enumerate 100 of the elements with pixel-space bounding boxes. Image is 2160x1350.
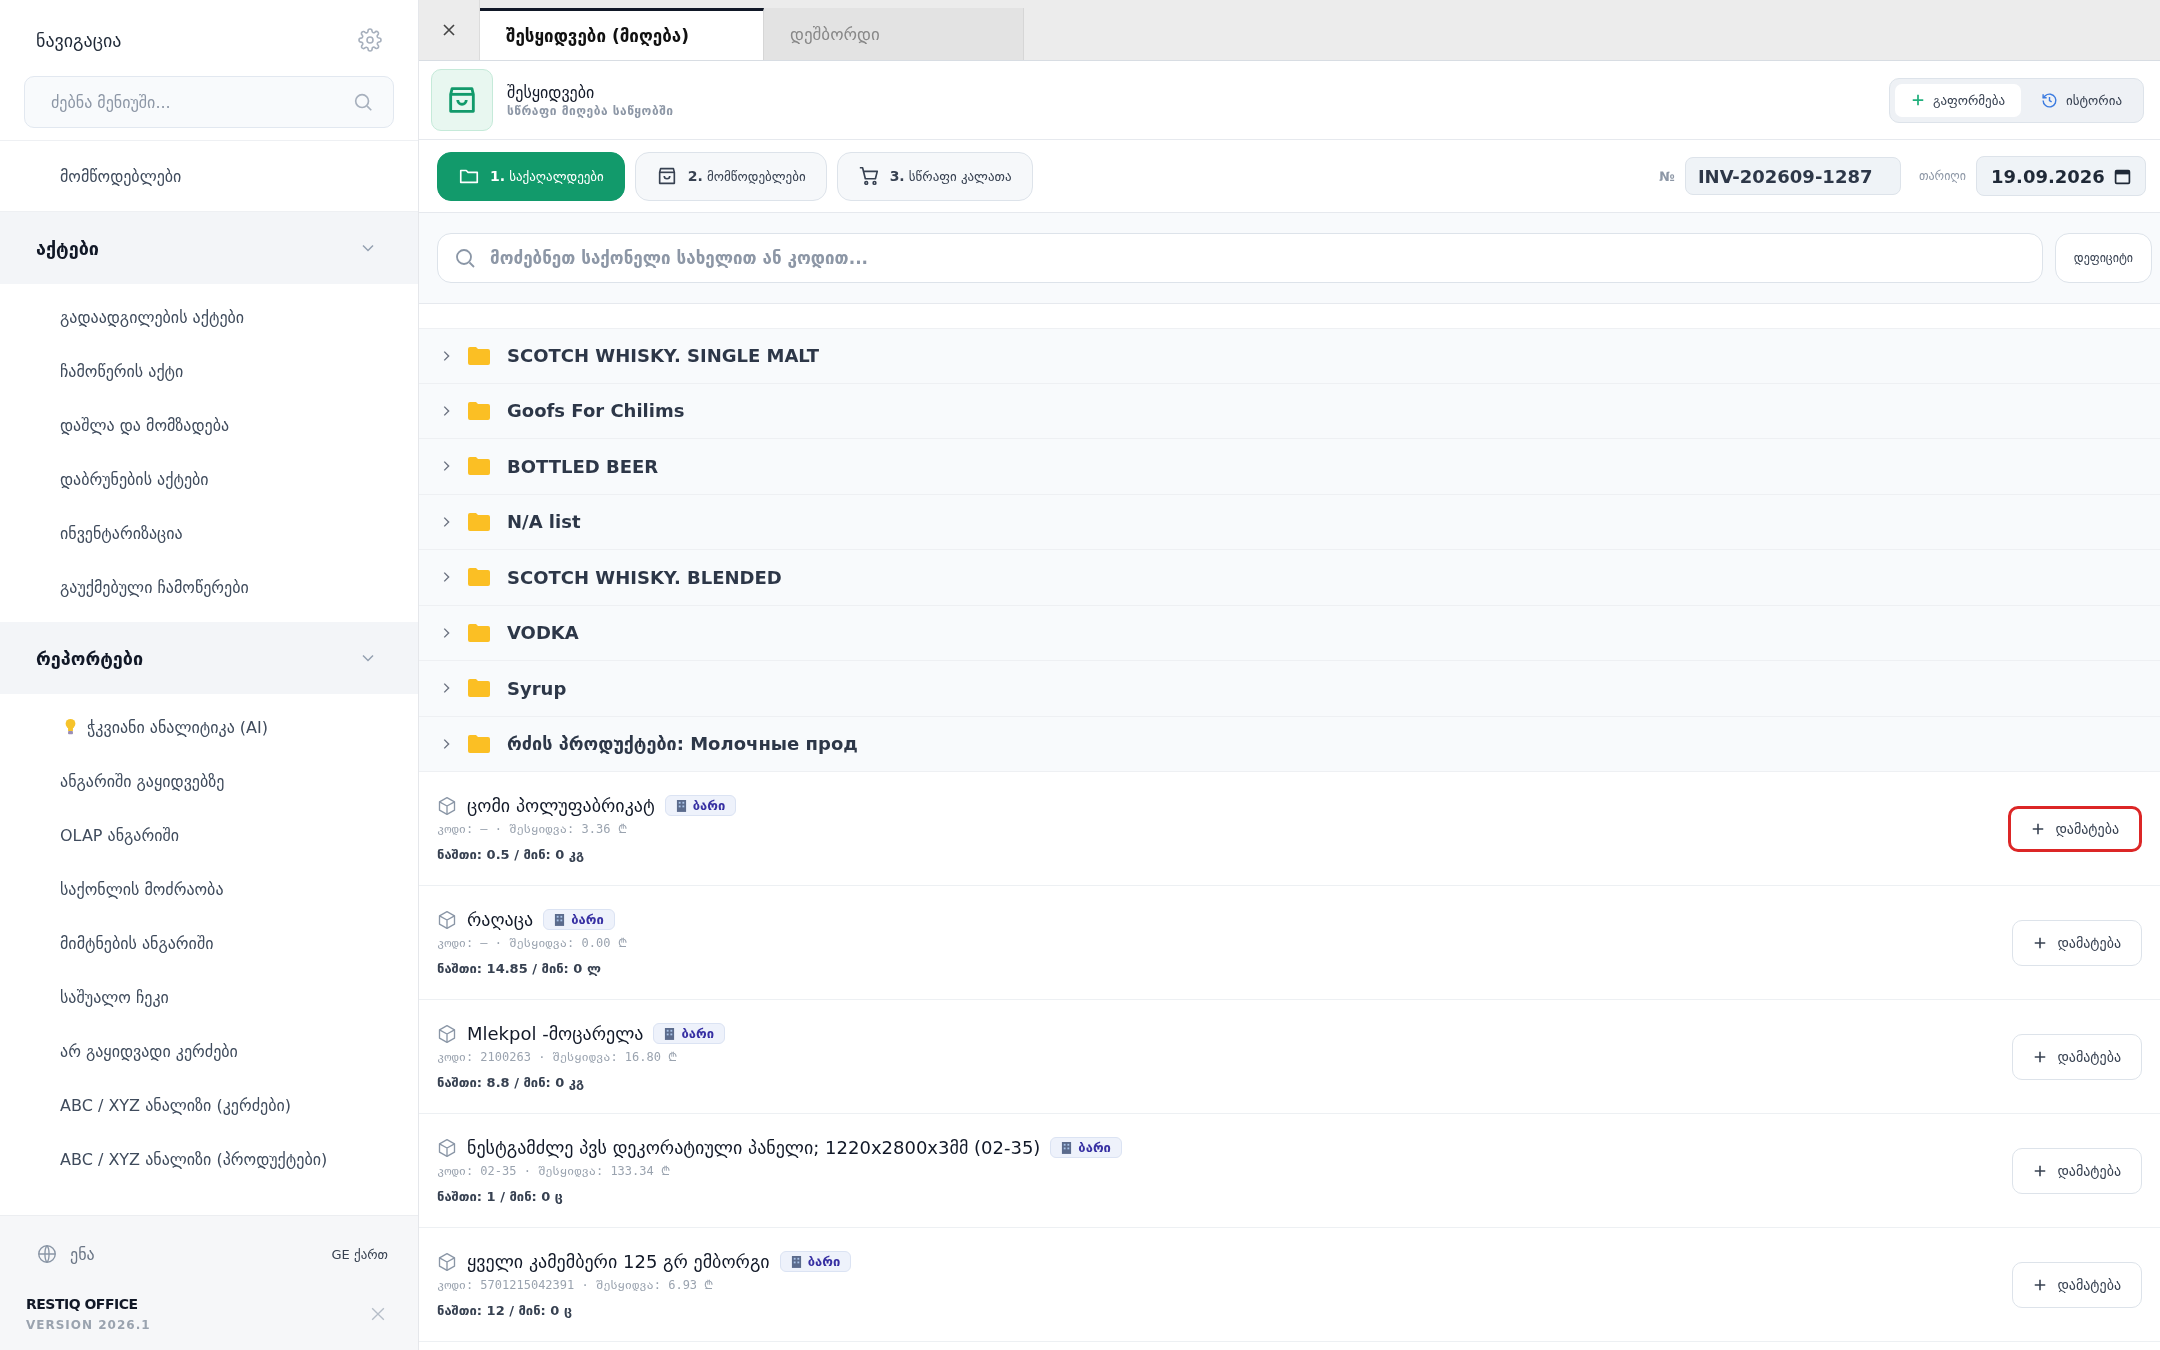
step-tab[interactable]: 2. მომწოდებლები xyxy=(634,151,827,201)
folder-icon xyxy=(467,733,491,754)
plus-icon xyxy=(2033,1277,2048,1292)
building-icon xyxy=(675,799,687,812)
product-name: ცომი პოლუფაბრიკატ xyxy=(467,795,655,816)
menu-item[interactable]: მიმტნების ანგარიში xyxy=(0,916,418,970)
plus-icon xyxy=(2033,935,2048,950)
folder-row[interactable]: SCOTCH WHISKY. SINGLE MALT xyxy=(419,328,2160,384)
product-meta: კოდი: 2100263 · შესყიდვა: 16.80 ₾ xyxy=(437,1049,679,1065)
folder-row[interactable]: Syrup xyxy=(419,661,2160,717)
stock-info: ნაშთი: 8.8 / მინ: 0 კგ xyxy=(437,1075,586,1090)
product-name: ყველი კამემბერი 125 გრ ემბორგი xyxy=(467,1251,770,1272)
stock-info: ნაშთი: 14.85 / მინ: 0 ლ xyxy=(437,961,602,976)
language-selector[interactable]: GE ქართ xyxy=(331,1246,388,1262)
menu-item[interactable]: ინვენტარიზაცია xyxy=(0,506,418,560)
number-label: № xyxy=(1659,168,1675,184)
folder-icon xyxy=(467,400,491,421)
menu-item[interactable]: ABC / XYZ ანალიზი (პროდუქტები) xyxy=(0,1132,418,1186)
create-button[interactable]: გაფორმება xyxy=(1894,83,2022,117)
folder-icon xyxy=(467,456,491,477)
menu-item[interactable]: ABC / XYZ ანალიზი (კერძები) xyxy=(0,1078,418,1132)
folder-row[interactable]: Goofs For Chilims xyxy=(419,383,2160,439)
folder-icon xyxy=(467,345,491,366)
add-button[interactable]: დამატება xyxy=(2012,1033,2142,1080)
calendar-icon xyxy=(2114,167,2131,185)
menu-item[interactable]: გაუქმებული ჩამოწერები xyxy=(0,560,418,614)
invoice-number-field[interactable]: INV-202609-1287 xyxy=(1684,157,1901,195)
page-title: შესყიდვები xyxy=(507,82,596,102)
add-button[interactable]: დამატება xyxy=(2012,919,2142,966)
date-label: თარიღი xyxy=(1918,169,1966,183)
tab[interactable]: შესყიდვები (მიღება) xyxy=(480,8,764,60)
step-tab[interactable]: 1. საქაღალდეები xyxy=(437,151,625,201)
menu-item[interactable]: ანგარიში გაყიდვებზე xyxy=(0,754,418,808)
menu-item[interactable]: არ გაყიდვადი კერძები xyxy=(0,1024,418,1078)
stock-info: ნაშთი: 12 / მინ: 0 ც xyxy=(437,1303,573,1318)
folder-icon xyxy=(467,678,491,699)
box-icon xyxy=(437,909,457,930)
building-icon xyxy=(790,1255,802,1268)
add-button[interactable]: დამატება xyxy=(2008,805,2142,852)
plus-icon xyxy=(2033,1049,2048,1064)
menu-item[interactable]: დაბრუნების აქტები xyxy=(0,452,418,506)
shopping-bag-icon xyxy=(431,69,493,131)
plus-icon xyxy=(1910,93,1925,107)
product-name: რაღაცა xyxy=(467,909,534,930)
location-tag: ბარი xyxy=(1050,1137,1122,1158)
folder-row[interactable]: N/A list xyxy=(419,494,2160,550)
folder-row[interactable]: SCOTCH WHISKY. BLENDED xyxy=(419,550,2160,606)
location-tag: ბარი xyxy=(664,795,737,816)
location-tag: ბარი xyxy=(779,1251,852,1272)
date-field[interactable]: 19.09.2026 xyxy=(1976,156,2146,196)
settings-icon[interactable] xyxy=(358,28,382,52)
menu-item[interactable]: საშუალო ჩეკი xyxy=(0,970,418,1024)
folder-row[interactable]: BOTTLED BEER xyxy=(419,439,2160,495)
menu-item[interactable]: ჭკვიანი ანალიტიკა (AI) xyxy=(87,717,268,737)
add-button[interactable]: დამატება xyxy=(2012,1261,2142,1308)
product-meta: კოდი: 02-35 · შესყიდვა: 133.34 ₾ xyxy=(437,1163,671,1179)
box-icon xyxy=(437,1023,457,1044)
menu-search-field[interactable]: ძებნა მენიუში... xyxy=(24,76,394,128)
building-icon xyxy=(554,913,566,926)
product-name: ნესტგამძლე პვს დეკორატიული პანელი; 1220x2800x3მმ (02-35) xyxy=(467,1137,1041,1158)
page-subtitle: სწრაფი მიღება საწყობში xyxy=(507,103,675,118)
history-button[interactable]: ისტორია xyxy=(2025,83,2138,117)
folder-row[interactable]: რძის პროდუქტები: Молочные прод xyxy=(419,716,2160,772)
product-name: Mlekpol -მოცარელა xyxy=(467,1023,644,1044)
menu-item[interactable]: მომწოდებლები xyxy=(0,149,418,203)
product-search-field[interactable]: მოძებნეთ საქონელი სახელით ან კოდით... xyxy=(437,233,2043,283)
version-label: VERSION 2026.1 xyxy=(26,1318,151,1332)
history-icon xyxy=(2041,91,2059,109)
menu-item[interactable]: საქონლის მოძრაობა xyxy=(0,862,418,916)
folder-icon xyxy=(467,511,491,532)
plus-icon xyxy=(2033,1163,2048,1178)
stock-info: ნაშთი: 1 / მინ: 0 ც xyxy=(437,1189,564,1204)
menu-item[interactable]: OLAP ანგარიში xyxy=(0,808,418,862)
location-tag: ბარი xyxy=(653,1023,725,1044)
building-icon xyxy=(664,1027,676,1040)
box-icon xyxy=(437,1137,457,1158)
box-icon xyxy=(437,795,457,816)
cart-icon xyxy=(857,165,880,187)
product-meta: კოდი: — · შესყიდვა: 0.00 ₾ xyxy=(437,935,627,951)
menu-item[interactable]: დაშლა და მომზადება xyxy=(0,398,418,452)
box-icon xyxy=(437,1251,457,1272)
step-tab[interactable]: 3. სწრაფი კალათა xyxy=(836,151,1033,201)
add-button[interactable]: დამატება xyxy=(2012,1147,2142,1194)
sidebar-title: ნავიგაცია xyxy=(36,29,122,51)
menu-item[interactable]: ჩამოწერის აქტი xyxy=(0,344,418,398)
folder-icon xyxy=(467,567,491,588)
menu-section-header[interactable]: რეპორტები xyxy=(0,622,418,694)
building-icon xyxy=(1061,1141,1073,1154)
location-tag: ბარი xyxy=(543,909,615,930)
plus-icon xyxy=(2031,821,2046,836)
folder-row[interactable]: VODKA xyxy=(419,605,2160,661)
globe-icon xyxy=(36,1243,58,1265)
search-icon xyxy=(352,91,374,113)
stock-info: ნაშთი: 0.5 / მინ: 0 კგ xyxy=(437,847,586,862)
lightbulb-icon xyxy=(64,718,77,736)
menu-section-header[interactable]: აქტები xyxy=(0,212,418,284)
product-meta: კოდი: — · შესყიდვა: 3.36 ₾ xyxy=(437,821,628,837)
menu-item[interactable]: გადაადგილების აქტები xyxy=(0,290,418,344)
brand-name: RESTIQ OFFICE xyxy=(26,1296,139,1312)
deficit-filter-button[interactable]: დეფიციტი xyxy=(2054,233,2152,283)
